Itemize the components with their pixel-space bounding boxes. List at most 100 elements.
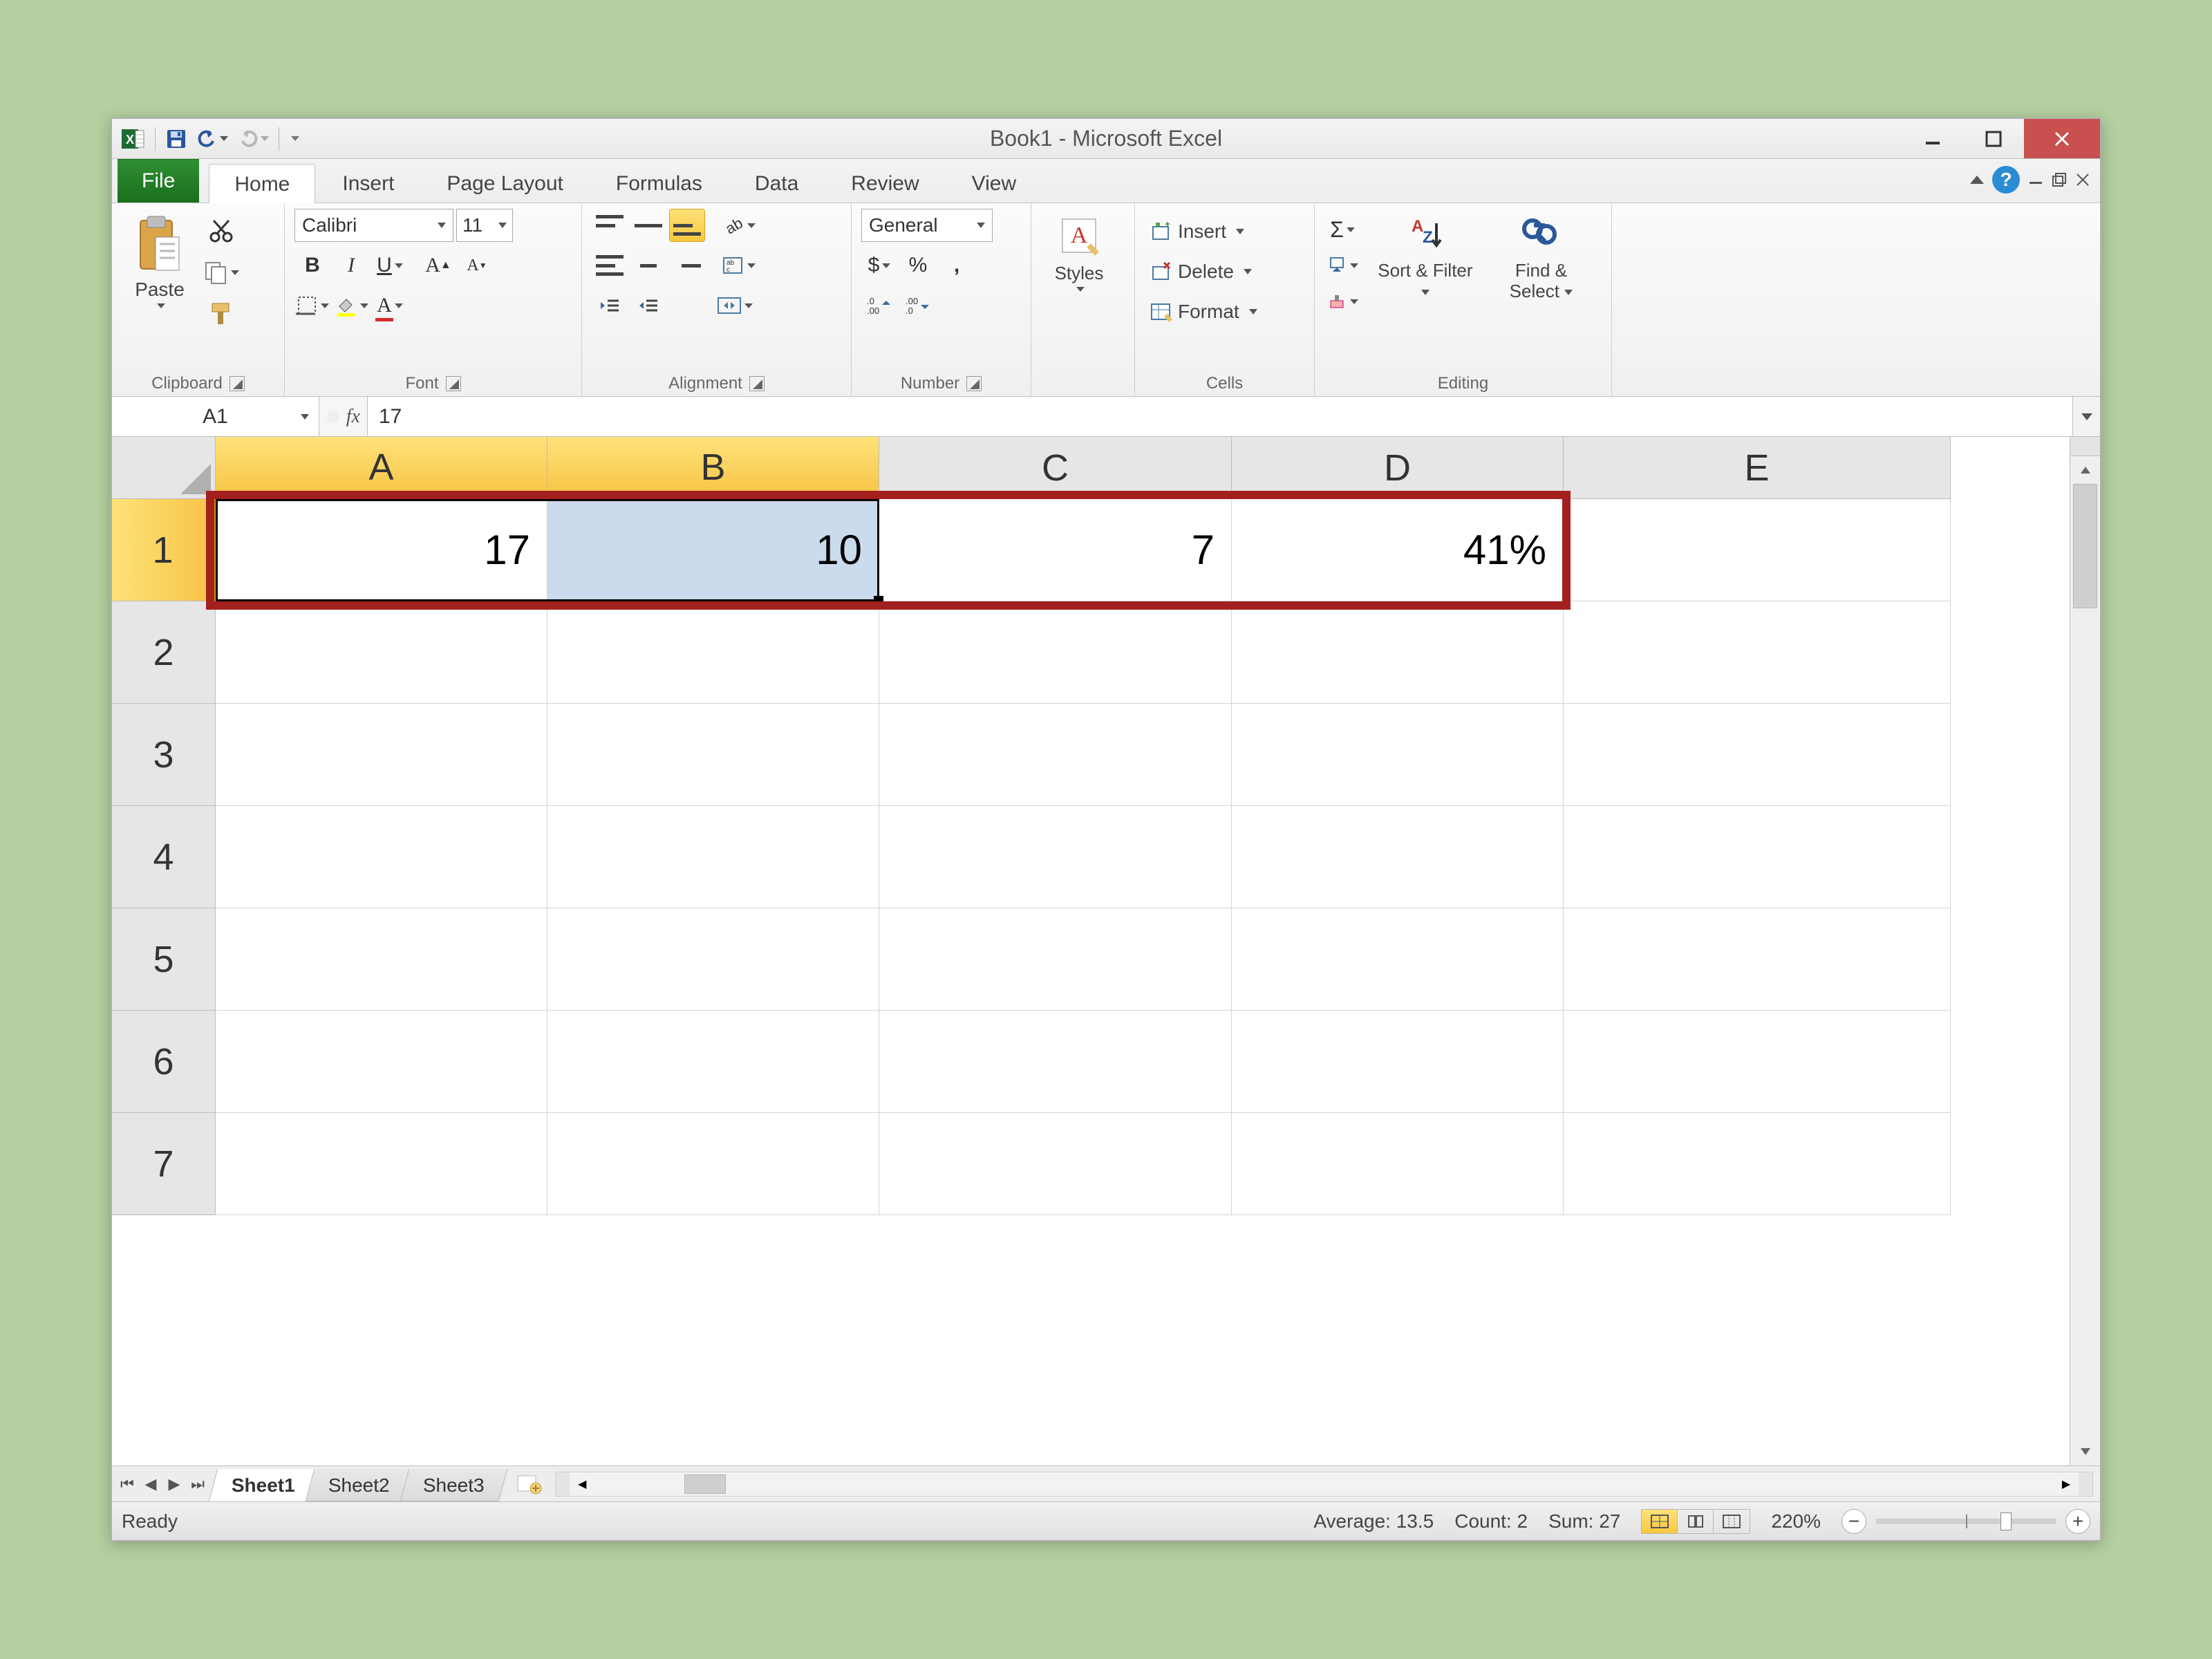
row-header-1[interactable]: 1 [112, 499, 216, 601]
cell-d2[interactable] [1232, 601, 1564, 704]
fill-color-button[interactable] [333, 289, 369, 322]
align-top-button[interactable] [592, 209, 628, 242]
zoom-in-button[interactable]: + [2065, 1509, 2090, 1534]
increase-decimal-button[interactable]: .0.00 [861, 289, 897, 322]
clear-button[interactable] [1324, 285, 1360, 318]
normal-view-button[interactable] [1642, 1510, 1678, 1533]
bold-button[interactable]: B [294, 249, 330, 282]
cell-b7[interactable] [547, 1113, 879, 1215]
close-button[interactable] [2024, 119, 2100, 158]
italic-button[interactable]: I [333, 249, 369, 282]
cell-e4[interactable] [1564, 806, 1951, 908]
scroll-right-button[interactable]: ▶ [2054, 1477, 2079, 1491]
column-header-e[interactable]: E [1564, 437, 1951, 499]
tab-insert[interactable]: Insert [317, 163, 420, 203]
row-header-4[interactable]: 4 [112, 806, 216, 908]
sheet-tab-1[interactable]: Sheet1 [209, 1469, 318, 1501]
cell-d6[interactable] [1232, 1011, 1564, 1113]
scroll-up-button[interactable] [2070, 456, 2100, 484]
scroll-down-button[interactable] [2070, 1438, 2100, 1465]
accounting-format-button[interactable]: $ [861, 249, 897, 282]
delete-cells-button[interactable]: Delete [1145, 253, 1262, 290]
mdi-minimize-icon[interactable] [2028, 172, 2043, 187]
number-dialog-launcher[interactable] [966, 376, 982, 391]
mdi-close-icon[interactable] [2075, 172, 2090, 187]
cell-d7[interactable] [1232, 1113, 1564, 1215]
cell-c6[interactable] [879, 1011, 1232, 1113]
tab-formulas[interactable]: Formulas [590, 163, 728, 203]
format-cells-button[interactable]: Format [1145, 293, 1262, 330]
cell-b1[interactable]: 10 [547, 499, 879, 601]
vertical-split-handle[interactable] [2070, 437, 2100, 456]
sort-filter-button[interactable]: AZ Sort & Filter [1370, 209, 1481, 303]
orientation-button[interactable]: ab [720, 209, 756, 242]
column-header-c[interactable]: C [879, 437, 1232, 499]
tab-page-layout[interactable]: Page Layout [421, 163, 588, 203]
find-select-button[interactable]: Find & Select [1481, 209, 1602, 303]
grow-font-button[interactable]: A▲ [420, 249, 456, 282]
cell-c3[interactable] [879, 704, 1232, 806]
cancel-formula-icon[interactable] [326, 409, 341, 424]
cell-a6[interactable] [216, 1011, 547, 1113]
maximize-button[interactable] [1963, 119, 2024, 158]
cell-e1[interactable] [1564, 499, 1951, 601]
cell-e7[interactable] [1564, 1113, 1951, 1215]
cell-e6[interactable] [1564, 1011, 1951, 1113]
alignment-dialog-launcher[interactable] [749, 376, 765, 391]
align-right-button[interactable] [669, 249, 705, 282]
mdi-restore-icon[interactable] [2052, 172, 2067, 187]
cell-a4[interactable] [216, 806, 547, 908]
align-center-button[interactable] [630, 249, 666, 282]
cell-c5[interactable] [879, 908, 1232, 1011]
cell-d4[interactable] [1232, 806, 1564, 908]
sheet-tab-3[interactable]: Sheet3 [400, 1469, 507, 1501]
cell-b3[interactable] [547, 704, 879, 806]
cell-a3[interactable] [216, 704, 547, 806]
cell-e2[interactable] [1564, 601, 1951, 704]
cell-a5[interactable] [216, 908, 547, 1011]
row-header-3[interactable]: 3 [112, 704, 216, 806]
select-all-button[interactable] [112, 437, 216, 499]
align-left-button[interactable] [592, 249, 628, 282]
row-header-7[interactable]: 7 [112, 1113, 216, 1215]
fx-icon[interactable]: fx [346, 406, 360, 428]
zoom-slider-track[interactable] [1876, 1519, 2056, 1524]
cell-a2[interactable] [216, 601, 547, 704]
zoom-out-button[interactable]: − [1841, 1509, 1866, 1534]
font-size-select[interactable]: 11 [456, 209, 513, 242]
column-header-b[interactable]: B [547, 437, 879, 499]
borders-button[interactable] [294, 289, 330, 322]
font-color-button[interactable]: A [372, 289, 408, 322]
expand-formula-bar[interactable] [2072, 397, 2100, 436]
tab-home[interactable]: Home [209, 164, 315, 203]
cell-e3[interactable] [1564, 704, 1951, 806]
cell-c2[interactable] [879, 601, 1232, 704]
vertical-scroll-thumb[interactable] [2073, 484, 2097, 608]
redo-button[interactable] [235, 125, 272, 153]
cell-c7[interactable] [879, 1113, 1232, 1215]
scroll-left-button[interactable]: ◀ [570, 1477, 594, 1491]
vertical-scroll-track[interactable] [2070, 484, 2100, 1438]
increase-indent-button[interactable] [630, 289, 666, 322]
horizontal-split-handle-right[interactable] [2079, 1472, 2092, 1496]
zoom-percent[interactable]: 220% [1771, 1510, 1821, 1533]
cell-a1[interactable]: 17 [216, 499, 547, 601]
row-header-2[interactable]: 2 [112, 601, 216, 704]
first-sheet-button[interactable]: ⏮ [116, 1472, 138, 1497]
font-name-select[interactable]: Calibri [294, 209, 453, 242]
font-dialog-launcher[interactable] [446, 376, 461, 391]
zoom-slider-thumb[interactable] [2000, 1512, 2012, 1530]
minimize-button[interactable] [1902, 119, 1963, 158]
help-icon[interactable]: ? [1992, 166, 2020, 194]
next-sheet-button[interactable]: ▶ [163, 1472, 185, 1497]
sheet-tab-2[interactable]: Sheet2 [306, 1469, 413, 1501]
cell-d3[interactable] [1232, 704, 1564, 806]
percent-format-button[interactable]: % [900, 249, 936, 282]
cell-d5[interactable] [1232, 908, 1564, 1011]
new-sheet-button[interactable] [509, 1472, 548, 1497]
number-format-select[interactable]: General [861, 209, 993, 242]
cell-b5[interactable] [547, 908, 879, 1011]
autosum-button[interactable]: Σ [1324, 213, 1360, 246]
comma-format-button[interactable]: , [939, 249, 975, 282]
format-painter-button[interactable] [203, 296, 239, 332]
